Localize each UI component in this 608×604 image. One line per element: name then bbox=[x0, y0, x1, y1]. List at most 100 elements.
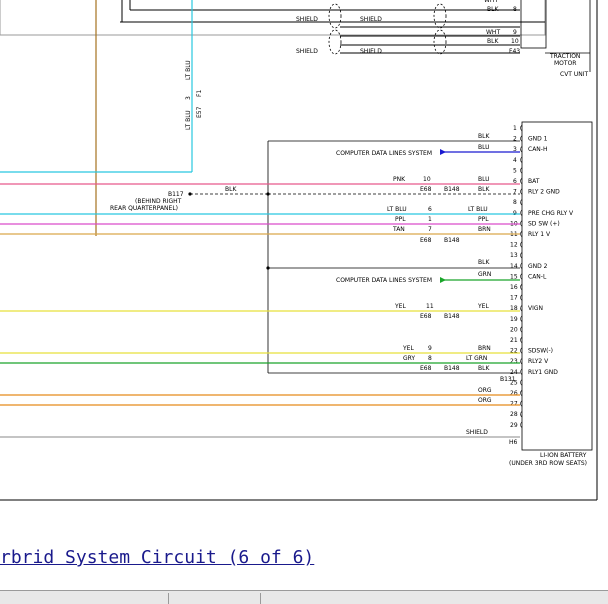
ltblu-wire-label-lower: LT BLU bbox=[185, 110, 192, 130]
toolbar-cell-1[interactable] bbox=[168, 593, 261, 604]
shield-label-2: SHIELD bbox=[360, 16, 382, 23]
battery-label-1: LI-ION BATTERY bbox=[540, 452, 587, 459]
can-l-data-lines-label: COMPUTER DATA LINES SYSTEM bbox=[336, 277, 432, 284]
f1-pin-label: F1 bbox=[196, 90, 203, 97]
top-wire-color-8: BLK bbox=[487, 6, 499, 13]
hybrid-system-circuit-link[interactable]: rbrid System Circuit (6 of 6) bbox=[0, 547, 314, 568]
pnk-wire-label: PNK bbox=[393, 176, 406, 183]
e68-label-1: E68 bbox=[420, 186, 432, 193]
battery-connector: LI-ION BATTERY (UNDER 3RD ROW SEATS) B13… bbox=[500, 121, 593, 467]
pnk-wire-pin: 10 bbox=[423, 176, 431, 183]
splice-id: B117 bbox=[168, 191, 184, 198]
pin-function-10: SD SW (+) bbox=[528, 220, 560, 227]
junction-dot-upper bbox=[266, 192, 270, 196]
pin-function-23: RLY2 V bbox=[528, 358, 549, 365]
b148-label-2: B148 bbox=[444, 237, 460, 244]
shield-label-4: SHIELD bbox=[360, 48, 382, 55]
traction-motor-box bbox=[520, 0, 547, 49]
pin-number-8: 8 bbox=[513, 199, 517, 206]
wire-label-brn-22: BRN bbox=[478, 345, 491, 352]
pin-function-24: RLY1 GND bbox=[528, 369, 558, 376]
shield-ring-3 bbox=[328, 29, 342, 55]
gry-wire-pin: 8 bbox=[428, 355, 432, 362]
pin-function-2: GND 1 bbox=[528, 136, 548, 143]
yel22-wire-pin: 9 bbox=[428, 345, 432, 352]
pin-number-26: 26 bbox=[510, 390, 518, 397]
bottom-toolbar bbox=[0, 590, 608, 604]
b148-label-3: B148 bbox=[444, 313, 460, 320]
pin-number-17: 17 bbox=[510, 295, 518, 302]
pin-number-9: 9 bbox=[513, 210, 517, 217]
pin-number-19: 19 bbox=[510, 316, 518, 323]
e57-pin-label: 3 bbox=[185, 96, 192, 100]
wire-label-blk-7: BLK bbox=[478, 186, 490, 193]
toolbar-cell-2[interactable] bbox=[260, 593, 608, 604]
ppl-wire-pin: 1 bbox=[428, 216, 432, 223]
wire-label-grn-15: GRN bbox=[478, 271, 491, 278]
pin-number-14: 14 bbox=[510, 263, 518, 270]
pin-number-13: 13 bbox=[510, 252, 518, 259]
pin-function-3: CAN-H bbox=[528, 146, 547, 153]
tan-wire-label: TAN bbox=[392, 226, 405, 233]
wire-label-blk-24: BLK bbox=[478, 365, 490, 372]
top-wire-color-9: WHT bbox=[486, 29, 500, 36]
wire-label-blu-6: BLU bbox=[478, 176, 490, 183]
wire-label-ppl-10: PPL bbox=[478, 216, 489, 223]
e68-label-4: E68 bbox=[420, 365, 432, 372]
traction-motor-label-1: TRACTION bbox=[549, 53, 580, 60]
splice-dot-b117 bbox=[188, 192, 192, 196]
shield-ring-2 bbox=[433, 3, 447, 29]
can-h-data-lines-label: COMPUTER DATA LINES SYSTEM bbox=[336, 150, 432, 157]
yel18-wire-label: YEL bbox=[394, 303, 406, 310]
pin-number-4: 4 bbox=[513, 157, 517, 164]
pin-function-22: SDSW(-) bbox=[528, 348, 553, 355]
pin-numbers: 12 GND 13 CAN-H456 BAT7 RLY 2 GND89 PRE CHG R… bbox=[510, 124, 574, 429]
can-l-arrow bbox=[440, 277, 446, 283]
pin-function-11: RLY 1 V bbox=[528, 231, 551, 238]
splice-note-1: (BEHIND RIGHT bbox=[135, 198, 182, 205]
e68-label-3: E68 bbox=[420, 313, 432, 320]
wire-label-ltblu-9: LT BLU bbox=[468, 206, 488, 213]
wire-label-blu-3: BLU bbox=[478, 144, 490, 151]
wire-label-org-26: ORG bbox=[478, 397, 492, 404]
pin-function-15: CAN-L bbox=[528, 273, 547, 280]
connector-h6: H6 bbox=[509, 439, 518, 446]
shield-label-3: SHIELD bbox=[296, 48, 318, 55]
top-connector-f43: F43 bbox=[509, 48, 520, 55]
wire-label-shield-29: SHIELD bbox=[466, 429, 488, 436]
battery-label-2: (UNDER 3RD ROW SEATS) bbox=[509, 460, 587, 467]
top-wire-pin-8: 8 bbox=[513, 6, 517, 13]
ppl-wire-label: PPL bbox=[395, 216, 406, 223]
ltblu-wire-label-upper: LT BLU bbox=[185, 60, 192, 80]
e68-label-2: E68 bbox=[420, 237, 432, 244]
pin-number-1: 1 bbox=[513, 125, 517, 132]
pin-number-15: 15 bbox=[510, 273, 518, 280]
pin-number-24: 24 bbox=[510, 369, 518, 376]
top-wire-color-10: BLK bbox=[487, 38, 499, 45]
traction-motor-label-2: MOTOR bbox=[554, 60, 576, 67]
pin-number-29: 29 bbox=[510, 422, 518, 429]
pin-number-20: 20 bbox=[510, 326, 518, 333]
top-box-outline bbox=[0, 0, 546, 36]
wire-label-yel-18: YEL bbox=[477, 303, 489, 310]
pin-number-25: 25 bbox=[510, 379, 518, 386]
tan-wire-pin: 7 bbox=[428, 226, 432, 233]
shield-ring-1 bbox=[328, 3, 342, 29]
wire-label-org-25: ORG bbox=[478, 387, 492, 394]
top-cvt-section: SHIELD SHIELD SHIELD SHIELD WHT BLK 8 WH… bbox=[0, 0, 591, 78]
shield-label-1: SHIELD bbox=[296, 16, 318, 23]
gry-wire-label: GRY bbox=[403, 355, 415, 362]
pin-number-5: 5 bbox=[513, 167, 517, 174]
ltblu-wire-label: LT BLU bbox=[387, 206, 407, 213]
battery-box bbox=[521, 121, 593, 451]
yel22-wire-label: YEL bbox=[402, 345, 414, 352]
shield-ring-4 bbox=[433, 29, 447, 55]
top-wire-pin-10: 10 bbox=[511, 38, 519, 45]
b148-label-4: B148 bbox=[444, 365, 460, 372]
wire-label-brn-11: BRN bbox=[478, 226, 491, 233]
pin-function-7: RLY 2 GND bbox=[528, 189, 560, 196]
splice-wire-label: BLK bbox=[225, 186, 237, 193]
pin-number-7: 7 bbox=[513, 189, 517, 196]
pin-function-18: VIGN bbox=[528, 305, 543, 312]
wire-label-blk-14: BLK bbox=[478, 259, 490, 266]
